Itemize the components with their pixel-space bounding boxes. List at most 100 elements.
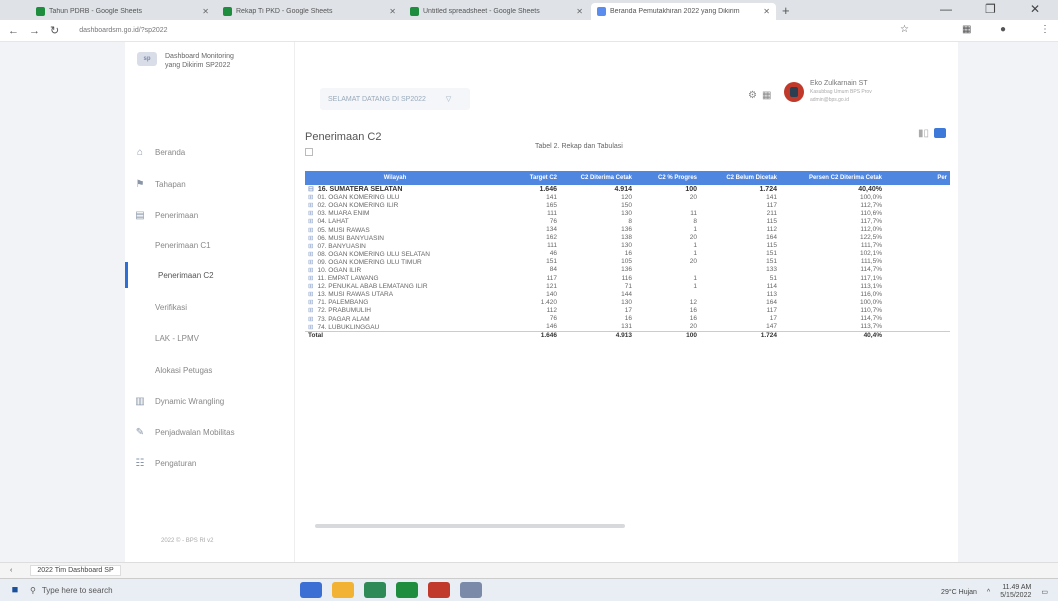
taskbar-app-icon[interactable] <box>460 582 482 598</box>
clock-time[interactable]: 11.49 AM <box>1000 584 1031 592</box>
column-header[interactable]: C2 Belum Dicetak <box>700 171 780 185</box>
table-row[interactable]: ⊞ 12. PENUKAL ABAB LEMATANG ILIR 121 71 1 114… <box>305 282 950 291</box>
weather-label[interactable]: 29°C Hujan <box>941 589 977 596</box>
close-window-icon[interactable]: ✕ <box>1030 2 1040 16</box>
table-row[interactable]: ⊞ 06. MUSI BANYUASIN 162 138 20 164 122,5% <box>305 234 950 242</box>
table-row[interactable]: ⊞ 11. EMPAT LAWANG 117 116 1 51 117,1% <box>305 274 950 283</box>
url-field[interactable]: dashboardsm.go.id/?sp2022 <box>79 27 167 34</box>
expand-row-icon[interactable]: ⊞ <box>308 251 313 258</box>
sidebar-item-pengaturan[interactable]: ☷ Pengaturan <box>125 450 295 476</box>
table-view-icon[interactable] <box>934 128 946 138</box>
table-row[interactable]: ⊞ 09. OGAN KOMERING ULU TIMUR 151 105 20 151 1… <box>305 258 950 266</box>
taskbar-app-icon[interactable] <box>332 582 354 598</box>
expand-row-icon[interactable]: ⊞ <box>308 307 313 314</box>
total-row[interactable]: Total 1.646 4.913 100 1.724 40,4% <box>305 330 950 340</box>
table-row[interactable]: ⊞ 03. MUARA ENIM 111 130 11 211 110,6% <box>305 209 950 218</box>
filter-icon[interactable]: ▽ <box>446 95 451 103</box>
sidebar-item-penerimaan-c1[interactable]: Penerimaan C1 <box>125 232 295 258</box>
browser-tab[interactable]: Tahun PDRB - Google Sheets ✕ <box>30 3 215 20</box>
table-row[interactable]: ⊞ 74. LUBUKLINGGAU 146 131 20 147 113,7% <box>305 323 950 332</box>
reload-icon[interactable]: ↻ <box>50 24 59 37</box>
minimize-window-icon[interactable]: — <box>940 2 952 16</box>
table-row[interactable]: ⊞ 02. OGAN KOMERING ILIR 165 150 117 112,7% <box>305 201 950 210</box>
column-header[interactable]: Persen C2 Diterima Cetak <box>780 171 885 185</box>
profile-icon[interactable]: ● <box>1000 24 1006 35</box>
forward-icon[interactable]: → <box>29 25 40 37</box>
expand-all-icon[interactable] <box>305 148 313 156</box>
taskbar-search[interactable]: ⚲ Type here to search <box>30 586 260 595</box>
expand-row-icon[interactable]: ⊞ <box>308 291 313 298</box>
sidebar-item-penjadwalan-mobilitas[interactable]: ✎ Penjadwalan Mobilitas <box>125 419 295 445</box>
sidebar-item-tahapan[interactable]: ⚑ Tahapan <box>125 171 295 197</box>
expand-row-icon[interactable]: ⊞ <box>308 194 313 201</box>
expand-row-icon[interactable]: ⊞ <box>308 283 313 290</box>
browser-menu-icon[interactable]: ⋮ <box>1040 24 1050 35</box>
brand[interactable]: sp Dashboard Monitoring yang Dikirim SP2… <box>137 52 245 70</box>
grid-apps-icon[interactable]: ▦ <box>762 90 771 101</box>
column-header[interactable]: C2 % Progres <box>635 171 700 185</box>
notification-icon[interactable]: ▭ <box>1041 588 1048 596</box>
expand-row-icon[interactable]: ⊞ <box>308 267 313 274</box>
clock-date[interactable]: 5/15/2022 <box>1000 592 1031 600</box>
column-header[interactable]: C2 Diterima Cetak <box>560 171 635 185</box>
back-icon[interactable]: ← <box>8 25 19 37</box>
expand-row-icon[interactable]: ⊞ <box>308 235 313 242</box>
sidebar-item-penerimaan[interactable]: ▤ Penerimaan <box>125 202 295 228</box>
column-header[interactable]: Per <box>885 171 950 185</box>
avatar[interactable] <box>784 82 804 102</box>
expand-row-icon[interactable]: ⊞ <box>308 324 313 331</box>
windows-start-icon[interactable]: ■ <box>0 584 30 596</box>
sidebar-item-verifikasi[interactable]: Verifikasi <box>125 294 295 320</box>
restore-window-icon[interactable]: ❐ <box>985 2 996 16</box>
table-row[interactable]: ⊞ 72. PRABUMULIH 112 17 16 117 110,7% <box>305 306 950 315</box>
tray-arrow-icon[interactable]: ^ <box>987 589 990 596</box>
horizontal-scrollbar[interactable] <box>315 524 625 528</box>
taskbar-app-icon[interactable] <box>300 582 322 598</box>
download-item[interactable]: 2022 Tim Dashboard SP <box>30 565 121 576</box>
sidebar-item-lak-lpmv[interactable]: LAK - LPMV <box>125 325 295 351</box>
expand-row-icon[interactable]: ⊞ <box>308 218 313 225</box>
search-box[interactable]: SELAMAT DATANG DI SP2022 ▽ <box>320 88 470 110</box>
sidebar-item-beranda[interactable]: ⌂ Beranda <box>125 139 295 165</box>
expand-row-icon[interactable]: ⊞ <box>308 210 313 217</box>
settings-gear-icon[interactable]: ⚙ <box>748 90 757 101</box>
chart-view-icon[interactable]: ▮▯ <box>918 128 930 139</box>
sidebar-item-alokasi-petugas[interactable]: Alokasi Petugas <box>125 357 295 383</box>
table-row[interactable]: ⊞ 01. OGAN KOMERING ULU 141 120 20 141 100,0% <box>305 193 950 202</box>
browser-tab[interactable]: Rekap Ti PKD - Google Sheets ✕ <box>217 3 402 20</box>
taskbar-app-icon[interactable] <box>396 582 418 598</box>
browser-tab[interactable]: Beranda Pemutakhiran 2022 yang Dikirim ✕ <box>591 3 776 20</box>
sidebar-item-dynamic-wrangling[interactable]: ▥ Dynamic Wrangling <box>125 388 295 414</box>
browser-tab[interactable]: Untitled spreadsheet - Google Sheets ✕ <box>404 3 589 20</box>
chevron-left-icon[interactable]: ‹ <box>10 567 12 574</box>
table-row[interactable]: ⊞ 73. PAGAR ALAM 76 16 16 17 114,7% <box>305 315 950 323</box>
column-header[interactable]: Target C2 <box>485 171 560 185</box>
taskbar-app-icon[interactable] <box>428 582 450 598</box>
tab-close-icon[interactable]: ✕ <box>389 7 396 16</box>
table-row[interactable]: ⊞ 07. BANYUASIN 111 130 1 115 111,7% <box>305 242 950 250</box>
tab-close-icon[interactable]: ✕ <box>763 7 770 16</box>
expand-row-icon[interactable]: ⊞ <box>308 202 313 209</box>
table-row[interactable]: ⊞ 13. MUSI RAWAS UTARA 140 144 113 116,0% <box>305 290 950 299</box>
expand-row-icon[interactable]: ⊞ <box>308 227 313 234</box>
expand-row-icon[interactable]: ⊞ <box>308 259 313 266</box>
tab-close-icon[interactable]: ✕ <box>576 7 583 16</box>
expand-row-icon[interactable]: ⊞ <box>308 299 313 306</box>
expand-row-icon[interactable]: ⊞ <box>308 243 313 250</box>
table-row[interactable]: ⊞ 08. OGAN KOMERING ULU SELATAN 46 16 1 151 10… <box>305 250 950 258</box>
expand-row-icon[interactable]: ⊟ <box>308 186 314 193</box>
column-header[interactable]: Wilayah <box>305 171 485 185</box>
table-row[interactable]: ⊞ 04. LAHAT 76 8 8 115 117,7% <box>305 217 950 226</box>
table-row[interactable]: ⊞ 05. MUSI RAWAS 134 136 1 112 112,0% <box>305 225 950 234</box>
extensions-icon[interactable]: ▦ <box>962 24 971 35</box>
table-row[interactable]: ⊞ 10. OGAN ILIR 84 136 133 114,7% <box>305 266 950 274</box>
taskbar-app-icon[interactable] <box>364 582 386 598</box>
sidebar-item-penerimaan-c2[interactable]: Penerimaan C2 <box>125 262 295 288</box>
table-row[interactable]: ⊟ 16. SUMATERA SELATAN 1.646 4.914 100 1.724 4… <box>305 185 950 194</box>
bookmark-star-icon[interactable]: ☆ <box>900 24 909 35</box>
user-info[interactable]: Eko Zulkarnain ST Kasubbag Umum BPS Prov… <box>810 80 872 104</box>
expand-row-icon[interactable]: ⊞ <box>308 275 313 282</box>
expand-row-icon[interactable]: ⊞ <box>308 316 313 323</box>
table-row[interactable]: ⊞ 71. PALEMBANG 1.420 130 12 164 100,0% <box>305 298 950 307</box>
new-tab-button[interactable]: + <box>782 3 790 18</box>
